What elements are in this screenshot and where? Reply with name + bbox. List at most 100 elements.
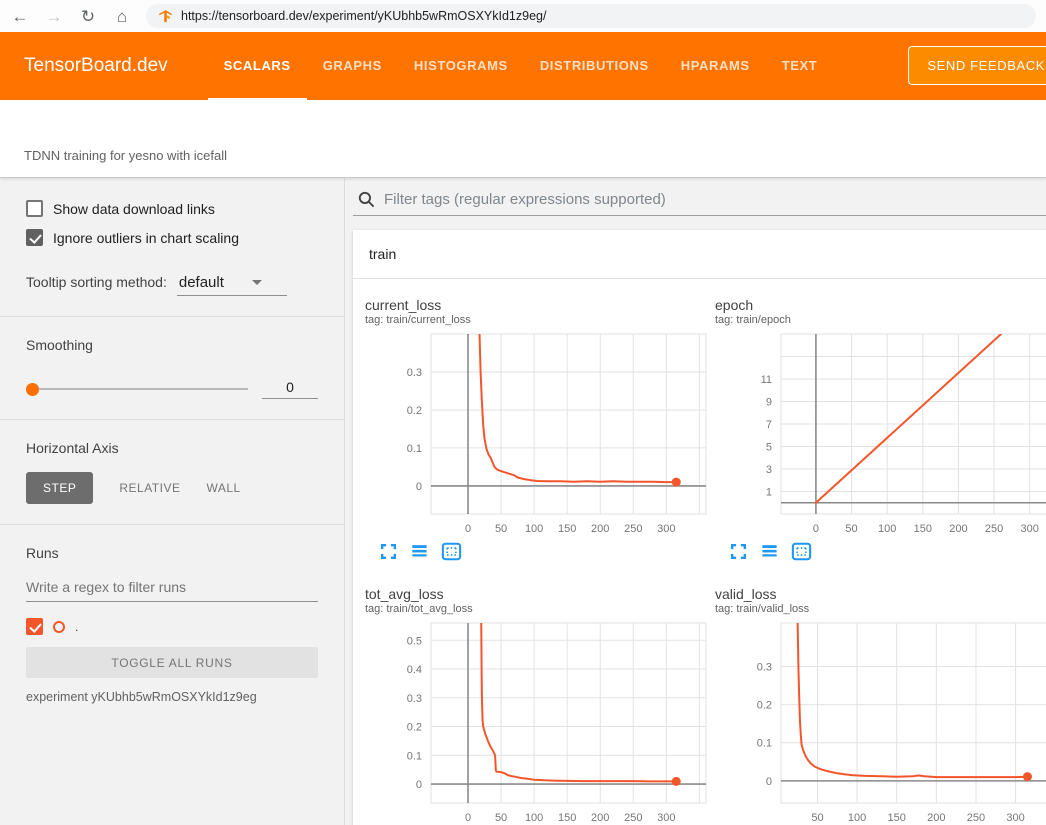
svg-text:100: 100 (878, 523, 896, 535)
fit-domain-icon[interactable] (791, 542, 812, 566)
filter-tags-row (353, 186, 1046, 216)
ignore-outliers-checkbox[interactable] (26, 229, 43, 246)
axis-wall-button[interactable]: WALL (206, 472, 240, 504)
expand-chart-icon[interactable] (379, 542, 398, 566)
tab-text[interactable]: TEXT (766, 32, 834, 100)
line-chart-tot_avg_loss[interactable]: 05010015020025030000.10.20.30.40.5 (365, 619, 708, 825)
chart-card-current_loss: current_losstag: train/current_loss05010… (365, 297, 715, 566)
expand-chart-icon[interactable] (729, 542, 748, 566)
sidebar-divider (0, 316, 344, 317)
svg-text:250: 250 (985, 523, 1003, 535)
toggle-all-runs-button[interactable]: TOGGLE ALL RUNS (26, 647, 318, 678)
tab-distributions[interactable]: DISTRIBUTIONS (524, 32, 665, 100)
tooltip-sorting-select[interactable]: default (177, 274, 287, 296)
svg-text:300: 300 (657, 523, 675, 535)
horizontal-axis-buttons: STEP RELATIVE WALL (26, 472, 318, 504)
chart-actions (365, 542, 715, 566)
settings-sidebar: Show data download links Ignore outliers… (0, 178, 345, 825)
chart-tag: tag: train/tot_avg_loss (365, 603, 715, 615)
smoothing-slider-thumb[interactable] (26, 383, 39, 396)
main-nav: SCALARS GRAPHS HISTOGRAMS DISTRIBUTIONS … (208, 32, 834, 100)
tab-histograms[interactable]: HISTOGRAMS (398, 32, 524, 100)
tensorboard-favicon-icon (158, 9, 173, 24)
chart-title: current_loss (365, 297, 715, 313)
svg-text:0.1: 0.1 (757, 738, 772, 750)
experiment-title: TDNN training for yesno with icefall (24, 148, 227, 163)
chart-title: valid_loss (715, 586, 1046, 602)
chart-card-tot_avg_loss: tot_avg_losstag: train/tot_avg_loss05010… (365, 586, 715, 825)
svg-text:0.1: 0.1 (407, 443, 422, 455)
smoothing-label: Smoothing (26, 337, 318, 353)
svg-text:0.2: 0.2 (757, 700, 772, 712)
home-icon[interactable]: ⌂ (112, 8, 132, 25)
svg-text:200: 200 (927, 812, 945, 824)
charts-grid: current_losstag: train/current_loss05010… (353, 279, 1046, 825)
svg-text:3: 3 (766, 464, 772, 476)
svg-text:250: 250 (624, 812, 642, 824)
filter-tags-input[interactable] (384, 191, 1046, 208)
forward-icon[interactable]: → (44, 8, 64, 25)
axis-relative-button[interactable]: RELATIVE (119, 472, 180, 504)
show-download-label: Show data download links (53, 201, 215, 217)
tab-scalars[interactable]: SCALARS (208, 32, 307, 100)
svg-text:100: 100 (525, 523, 543, 535)
ignore-outliers-label: Ignore outliers in chart scaling (53, 230, 239, 246)
svg-text:0: 0 (813, 523, 819, 535)
chart-card-valid_loss: valid_losstag: train/valid_loss501001502… (715, 586, 1046, 825)
svg-text:0.1: 0.1 (407, 750, 422, 762)
tooltip-sorting-value: default (179, 274, 224, 291)
line-chart-current_loss[interactable]: 05010015020025030000.10.20.3 (365, 330, 708, 540)
chart-tag: tag: train/current_loss (365, 314, 715, 326)
run-checkbox[interactable] (26, 618, 43, 635)
chart-actions (715, 542, 1046, 566)
back-icon[interactable]: ← (10, 8, 30, 25)
chart-card-epoch: epochtag: train/epoch0501001502002503001… (715, 297, 1046, 566)
smoothing-slider[interactable] (26, 388, 248, 390)
svg-text:300: 300 (657, 812, 675, 824)
chart-title: epoch (715, 297, 1046, 313)
send-feedback-button[interactable]: SEND FEEDBACK (908, 46, 1046, 85)
line-chart-epoch[interactable]: 0501001502002503001357911 (715, 330, 1046, 540)
svg-text:0.3: 0.3 (407, 693, 422, 705)
svg-text:7: 7 (766, 419, 772, 431)
horizontal-axis-label: Horizontal Axis (26, 440, 318, 456)
chart-tag: tag: train/epoch (715, 314, 1046, 326)
show-download-checkbox[interactable] (26, 200, 43, 217)
runs-regex-input[interactable] (26, 573, 318, 602)
smoothing-value[interactable]: 0 (262, 379, 318, 399)
svg-text:0.3: 0.3 (757, 661, 772, 673)
svg-text:150: 150 (558, 523, 576, 535)
line-chart-valid_loss[interactable]: 5010015020025030000.10.20.3 (715, 619, 1046, 825)
svg-text:200: 200 (591, 812, 609, 824)
fit-domain-icon[interactable] (441, 542, 462, 566)
svg-text:0: 0 (416, 481, 422, 493)
ignore-outliers-row: Ignore outliers in chart scaling (26, 229, 318, 246)
tab-hparams[interactable]: HPARAMS (665, 32, 766, 100)
address-bar[interactable]: https://tensorboard.dev/experiment/yKUbh… (146, 4, 1036, 28)
url-text: https://tensorboard.dev/experiment/yKUbh… (181, 9, 546, 23)
browser-toolbar: ← → ↻ ⌂ https://tensorboard.dev/experime… (0, 0, 1046, 32)
svg-text:0: 0 (766, 776, 772, 788)
svg-text:50: 50 (495, 812, 507, 824)
axis-step-button[interactable]: STEP (26, 472, 93, 504)
chevron-down-icon (252, 280, 262, 285)
log-scale-icon[interactable] (410, 542, 429, 566)
svg-text:11: 11 (761, 374, 772, 386)
svg-text:300: 300 (1006, 812, 1024, 824)
svg-text:250: 250 (967, 812, 985, 824)
svg-text:200: 200 (949, 523, 967, 535)
tooltip-sorting-label: Tooltip sorting method: (26, 274, 167, 290)
reload-icon[interactable]: ↻ (78, 8, 98, 25)
svg-text:0.4: 0.4 (407, 664, 422, 676)
svg-text:0.2: 0.2 (407, 405, 422, 417)
tensorboard-header: TensorBoard.dev SCALARS GRAPHS HISTOGRAM… (0, 32, 1046, 100)
svg-text:250: 250 (624, 523, 642, 535)
svg-text:5: 5 (766, 442, 772, 454)
run-row: . (26, 618, 318, 635)
svg-text:100: 100 (525, 812, 543, 824)
app-logo[interactable]: TensorBoard.dev (0, 32, 208, 100)
svg-text:150: 150 (914, 523, 932, 535)
tab-graphs[interactable]: GRAPHS (307, 32, 398, 100)
train-section-header[interactable]: train (353, 230, 1046, 279)
log-scale-icon[interactable] (760, 542, 779, 566)
